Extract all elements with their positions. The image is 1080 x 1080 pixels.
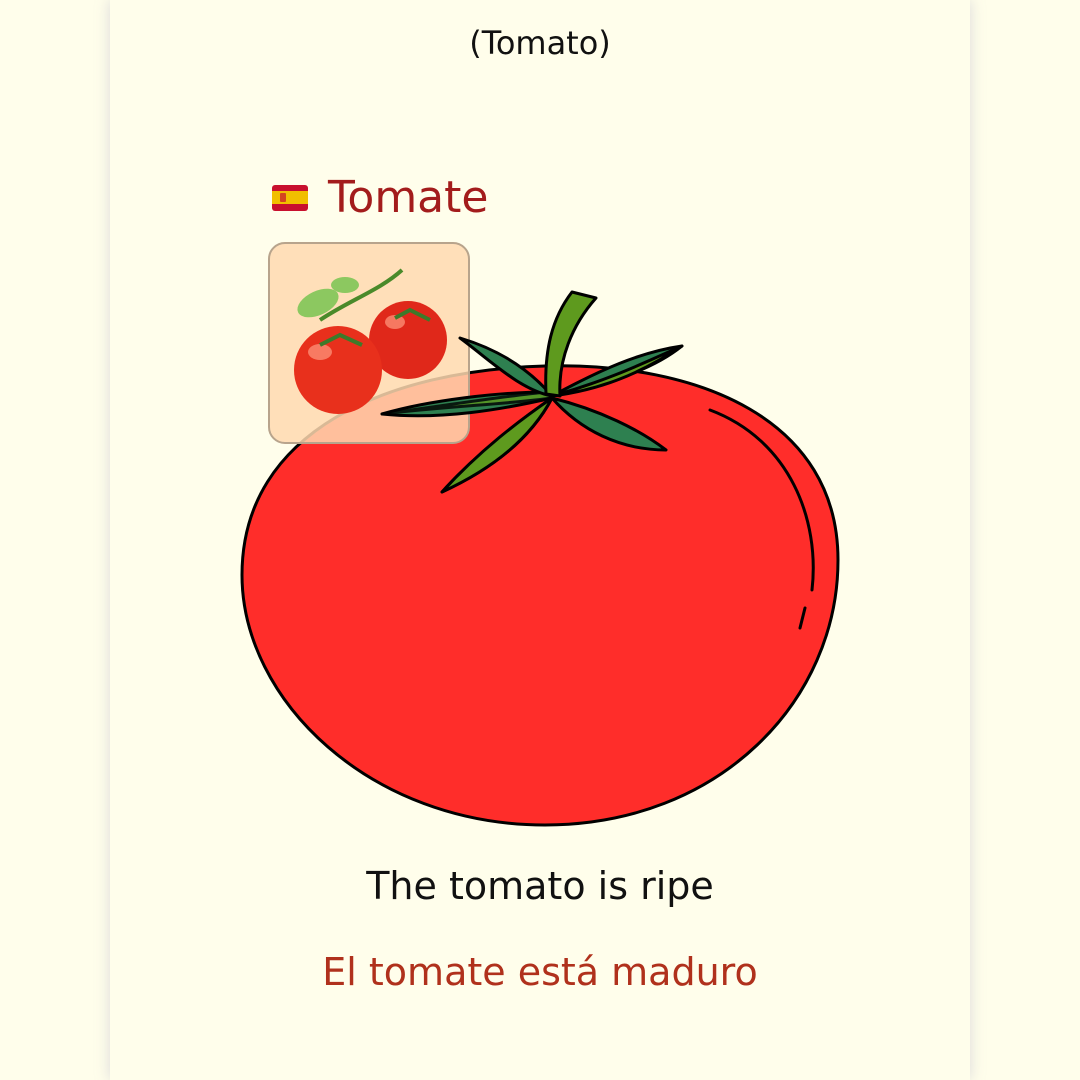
tomato-illustration [240, 242, 840, 827]
spanish-sentence: El tomate está maduro [322, 950, 758, 994]
english-sentence: The tomato is ripe [366, 864, 714, 908]
